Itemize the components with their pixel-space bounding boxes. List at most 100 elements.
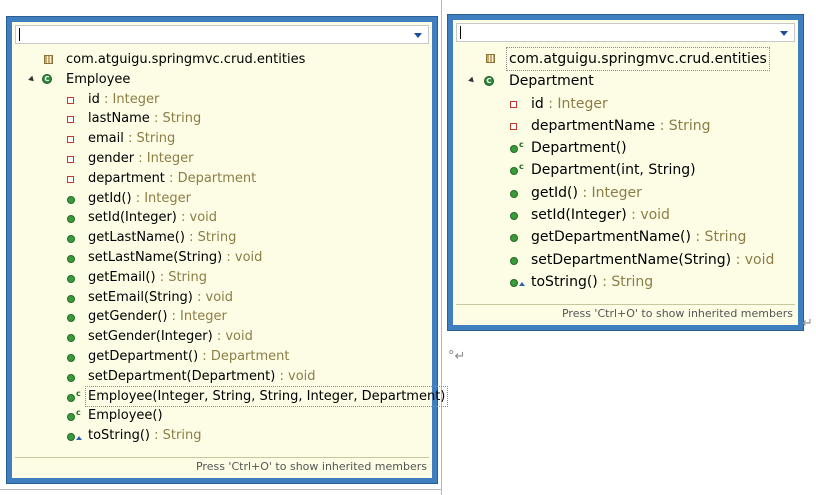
package-icon <box>486 54 495 63</box>
tree-item-member[interactable]: setId(Integer) : void <box>12 208 432 228</box>
tree-item-member[interactable]: setId(Integer) : void <box>453 204 798 226</box>
tree-item-member[interactable]: getEmail() : String <box>12 268 432 288</box>
quick-outline-department: com.atguigu.springmvc.crud.entities C De… <box>447 14 804 331</box>
tree-item-member[interactable]: setEmail(String) : void <box>12 288 432 308</box>
public-method-icon <box>67 334 75 343</box>
outline-tree: com.atguigu.springmvc.crud.entities C De… <box>453 46 798 293</box>
constructor-overlay-icon: c <box>519 162 524 172</box>
member-name: getId() <box>531 184 578 201</box>
collapse-triangle-icon[interactable] <box>468 76 476 85</box>
view-menu-dropdown-icon[interactable] <box>414 33 422 38</box>
tree-item-member[interactable]: setGender(Integer) : void <box>12 327 432 347</box>
tree-item-member[interactable]: gender : Integer <box>12 149 432 169</box>
member-return-type: : String <box>149 111 202 127</box>
tree-item-member[interactable]: getGender() : Integer <box>12 307 432 327</box>
member-return-type: : String <box>655 117 711 134</box>
tree-item-package[interactable]: com.atguigu.springmvc.crud.entities <box>453 46 798 72</box>
member-label: getLastName() : String <box>88 228 236 248</box>
member-label: getDepartmentName() : String <box>531 226 746 248</box>
class-icon: C <box>484 76 494 87</box>
member-label: toString() : String <box>531 271 653 293</box>
member-return-type: : String <box>155 269 208 285</box>
tree-item-member[interactable]: toString() : String <box>453 271 798 293</box>
tree-item-member[interactable]: setDepartmentName(String) : void <box>453 249 798 271</box>
member-name: Employee() <box>88 408 163 424</box>
tree-item-member[interactable]: lastName : String <box>12 109 432 129</box>
member-return-type: : void <box>212 329 253 345</box>
tree-item-member[interactable]: id : Integer <box>12 90 432 110</box>
member-name: setGender(Integer) <box>88 329 213 345</box>
tree-item-member[interactable]: id : Integer <box>453 93 798 115</box>
member-label: getGender() : Integer <box>88 307 227 327</box>
public-method-icon <box>510 212 518 221</box>
member-name: setId(Integer) <box>531 207 627 224</box>
outline-tree: com.atguigu.springmvc.crud.entities C Em… <box>12 50 449 446</box>
tree-item-member[interactable]: departmentName : String <box>453 115 798 137</box>
public-method-icon <box>67 314 75 323</box>
tree-item-member[interactable]: getLastName() : String <box>12 228 432 248</box>
member-return-type: : void <box>192 289 234 305</box>
tree-item-member[interactable]: c Department(int, String) <box>453 159 798 181</box>
package-label: com.atguigu.springmvc.crud.entities <box>506 46 770 72</box>
member-return-type: : String <box>123 131 176 147</box>
member-name: setDepartmentName(String) <box>531 251 732 268</box>
tree-item-member[interactable]: department : Department <box>12 169 432 189</box>
tree-item-member[interactable]: c Department() <box>453 137 798 159</box>
member-label: getId() : Integer <box>531 182 642 204</box>
member-label: toString() : String <box>88 426 201 446</box>
constructor-overlay-icon: c <box>76 408 81 418</box>
member-label: departmentName : String <box>531 115 711 137</box>
member-name: department <box>88 170 165 186</box>
member-return-type: : String <box>150 428 202 444</box>
tree-item-member[interactable]: setDepartment(Department) : void <box>12 367 432 387</box>
member-name: email <box>88 131 124 147</box>
public-method-icon <box>510 234 518 243</box>
tree-item-member[interactable]: getDepartment() : Department <box>12 347 432 367</box>
collapse-triangle-icon[interactable] <box>28 75 36 84</box>
member-label: getEmail() : String <box>88 268 207 288</box>
member-label: Department() <box>531 137 627 159</box>
member-return-type: : String <box>690 229 747 246</box>
tree-item-member[interactable]: getId() : Integer <box>453 182 798 204</box>
member-name: setEmail(String) <box>88 289 193 305</box>
constructor-icon <box>510 167 518 176</box>
tree-item-member[interactable]: toString() : String <box>12 426 432 446</box>
member-name: toString() <box>88 428 150 444</box>
member-name: setLastName(String) <box>88 249 223 265</box>
tree-item-package[interactable]: com.atguigu.springmvc.crud.entities <box>12 50 432 70</box>
tree-item-member[interactable]: c Employee(Integer, String, String, Integ… <box>12 385 449 408</box>
member-label: setEmail(String) : void <box>88 288 233 308</box>
outline-filter-input[interactable] <box>15 25 429 44</box>
member-return-type: : void <box>222 249 263 265</box>
public-method-icon <box>67 254 75 263</box>
member-name: getLastName() <box>88 230 185 246</box>
member-name: getGender() <box>88 309 168 325</box>
member-return-type: : Integer <box>134 150 194 166</box>
quick-outline-employee: com.atguigu.springmvc.crud.entities C Em… <box>6 16 449 484</box>
outline-filter-input[interactable] <box>456 23 795 42</box>
member-return-type: : String <box>597 273 654 290</box>
member-name: setDepartment(Department) <box>88 368 276 384</box>
tree-item-member[interactable]: setLastName(String) : void <box>12 248 432 268</box>
view-menu-dropdown-icon[interactable] <box>780 31 788 36</box>
member-label: email : String <box>88 129 175 149</box>
tree-item-member[interactable]: c Employee() <box>12 406 432 426</box>
member-label: Employee(Integer, String, String, Intege… <box>84 385 449 408</box>
member-label: setGender(Integer) : void <box>88 327 253 347</box>
tree-item-member[interactable]: getId() : Integer <box>12 189 432 209</box>
member-label: department : Department <box>88 169 256 189</box>
member-label: setId(Integer) : void <box>531 204 670 226</box>
member-return-type: : void <box>731 251 775 268</box>
member-label: id : Integer <box>531 93 608 115</box>
tree-item-class[interactable]: C Department <box>453 70 798 92</box>
tree-item-member[interactable]: email : String <box>12 129 432 149</box>
tree-item-class[interactable]: C Employee <box>12 70 432 90</box>
tree-item-member[interactable]: getDepartmentName() : String <box>453 226 798 248</box>
member-label: Employee() <box>88 406 163 426</box>
member-name: getId() <box>88 190 132 206</box>
member-return-type: : String <box>184 230 237 246</box>
member-label: setLastName(String) : void <box>88 248 262 268</box>
member-label: gender : Integer <box>88 149 194 169</box>
public-method-icon <box>510 256 518 265</box>
public-method-icon <box>67 274 75 283</box>
